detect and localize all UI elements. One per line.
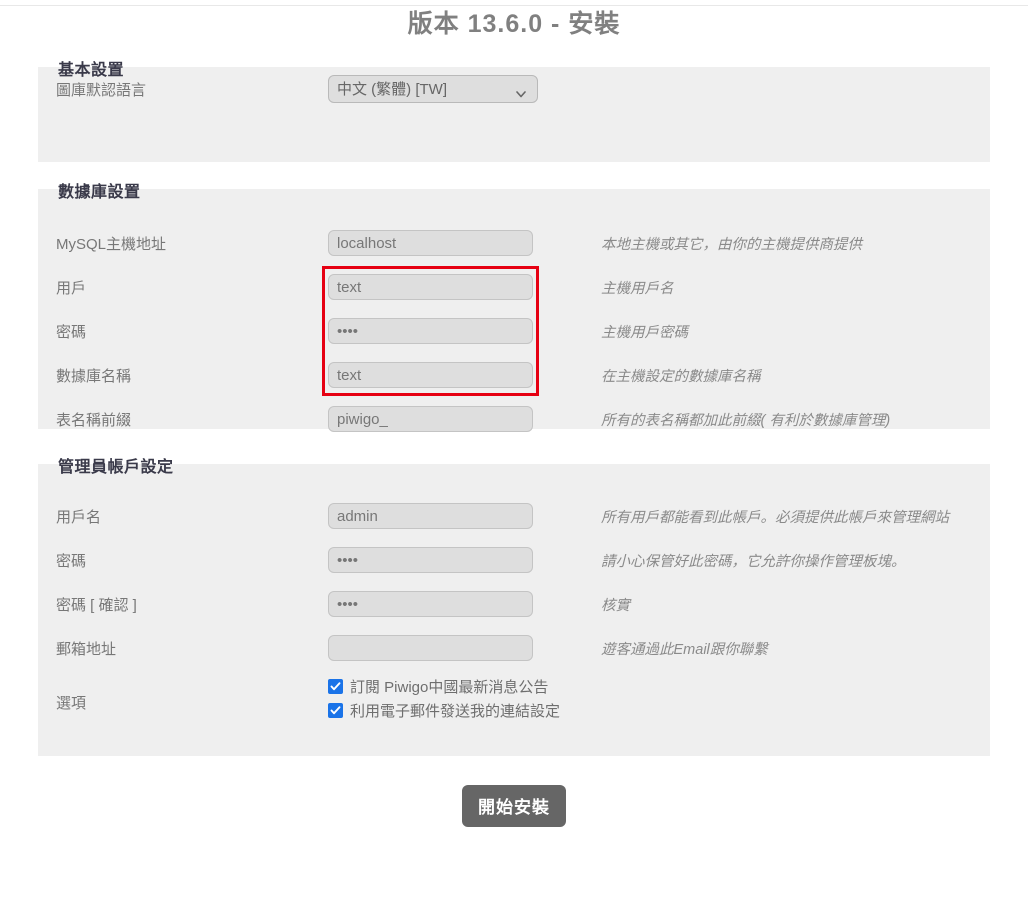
admin-password-confirm-hint: 核實	[601, 597, 630, 614]
admin-password-hint: 請小心保管好此密碼，它允許你操作管理板塊。	[601, 553, 906, 570]
admin-username-label: 用戶名	[56, 508, 102, 526]
newsletter-checkbox-label: 訂閱 Piwigo中國最新消息公告	[350, 679, 549, 696]
db-prefix-label: 表名稱前綴	[56, 411, 132, 429]
admin-password-field	[328, 547, 543, 573]
admin-email-input[interactable]	[328, 635, 533, 661]
db-user-field	[328, 274, 543, 300]
top-divider	[0, 5, 1028, 6]
db-prefix-row: 表名稱前綴 所有的表名稱都加此前綴( 有利於數據庫管理)	[38, 397, 990, 441]
db-name-hint: 在主機設定的數據庫名稱	[601, 368, 761, 385]
db-host-input[interactable]	[328, 230, 533, 256]
db-host-row: MySQL主機地址 本地主機或其它，由你的主機提供商提供	[38, 221, 990, 265]
admin-email-field	[328, 635, 543, 661]
checkbox-checked-icon[interactable]	[328, 703, 343, 718]
admin-options-label: 選項	[56, 695, 87, 712]
language-row: 圖庫默認語言 中文 (繁體) [TW]	[38, 67, 990, 111]
language-field: 中文 (繁體) [TW]	[328, 75, 543, 103]
basic-settings-legend: 基本設置	[58, 62, 125, 79]
language-select[interactable]: 中文 (繁體) [TW]	[328, 75, 538, 103]
db-user-input[interactable]	[328, 274, 533, 300]
admin-password-confirm-row: 密碼 [ 確認 ] 核實	[38, 582, 990, 626]
admin-username-row: 用戶名 所有用戶都能看到此帳戶。必須提供此帳戶來管理網站	[38, 494, 990, 538]
db-user-row: 用戶 主機用戶名	[38, 265, 990, 309]
admin-username-input[interactable]	[328, 503, 533, 529]
db-name-input[interactable]	[328, 362, 533, 388]
db-password-label: 密碼	[56, 323, 87, 341]
db-password-hint: 主機用戶密碼	[601, 324, 688, 341]
db-prefix-field	[328, 406, 543, 432]
admin-password-input[interactable]	[328, 547, 533, 573]
db-prefix-input[interactable]	[328, 406, 533, 432]
admin-username-hint: 所有用戶都能看到此帳戶。必須提供此帳戶來管理網站	[601, 509, 949, 526]
admin-password-row: 密碼 請小心保管好此密碼，它允許你操作管理板塊。	[38, 538, 990, 582]
database-settings-section: 數據庫設置 MySQL主機地址 本地主機或其它，由你的主機提供商提供 用戶 主機…	[38, 184, 990, 432]
db-host-field	[328, 230, 543, 256]
admin-email-hint: 遊客通過此Email跟你聯繫	[601, 641, 768, 658]
db-password-row: 密碼 主機用戶密碼	[38, 309, 990, 353]
email-config-checkbox-item[interactable]: 利用電子郵件發送我的連結設定	[328, 700, 560, 721]
form-footer: 開始安裝	[0, 756, 1028, 827]
newsletter-checkbox-item[interactable]: 訂閱 Piwigo中國最新消息公告	[328, 676, 560, 697]
checkbox-checked-icon[interactable]	[328, 679, 343, 694]
db-name-row: 數據庫名稱 在主機設定的數據庫名稱	[38, 353, 990, 397]
admin-account-legend: 管理員帳戶設定	[58, 459, 174, 476]
db-prefix-hint: 所有的表名稱都加此前綴( 有利於數據庫管理)	[601, 412, 891, 429]
page-title: 版本 13.6.0 - 安裝	[407, 10, 621, 38]
admin-password-confirm-input[interactable]	[328, 591, 533, 617]
admin-password-confirm-field	[328, 591, 543, 617]
database-settings-legend: 數據庫設置	[58, 184, 141, 201]
basic-settings-section: 基本設置 圖庫默認語言 中文 (繁體) [TW]	[38, 62, 990, 162]
admin-email-label: 郵箱地址	[56, 640, 117, 658]
admin-password-confirm-label: 密碼 [ 確認 ]	[56, 596, 137, 614]
admin-account-section: 管理員帳戶設定 用戶名 所有用戶都能看到此帳戶。必須提供此帳戶來管理網站 密碼 …	[38, 459, 990, 756]
admin-username-field	[328, 503, 543, 529]
db-host-label: MySQL主機地址	[56, 235, 167, 253]
language-label: 圖庫默認語言	[56, 81, 147, 99]
db-name-field	[328, 362, 543, 388]
admin-options-row: 選項 訂閱 Piwigo中國最新消息公告 利用電子郵件發送我的連結設定	[38, 670, 990, 724]
admin-email-row: 郵箱地址 遊客通過此Email跟你聯繫	[38, 626, 990, 670]
db-host-hint: 本地主機或其它，由你的主機提供商提供	[601, 236, 862, 253]
db-user-label: 用戶	[56, 279, 87, 297]
admin-options-list: 訂閱 Piwigo中國最新消息公告 利用電子郵件發送我的連結設定	[328, 670, 560, 724]
db-password-field	[328, 318, 543, 344]
start-install-button[interactable]: 開始安裝	[462, 785, 566, 827]
admin-password-label: 密碼	[56, 552, 87, 570]
email-config-checkbox-label: 利用電子郵件發送我的連結設定	[350, 703, 561, 720]
db-name-label: 數據庫名稱	[56, 367, 132, 385]
db-password-input[interactable]	[328, 318, 533, 344]
db-user-hint: 主機用戶名	[601, 280, 674, 297]
